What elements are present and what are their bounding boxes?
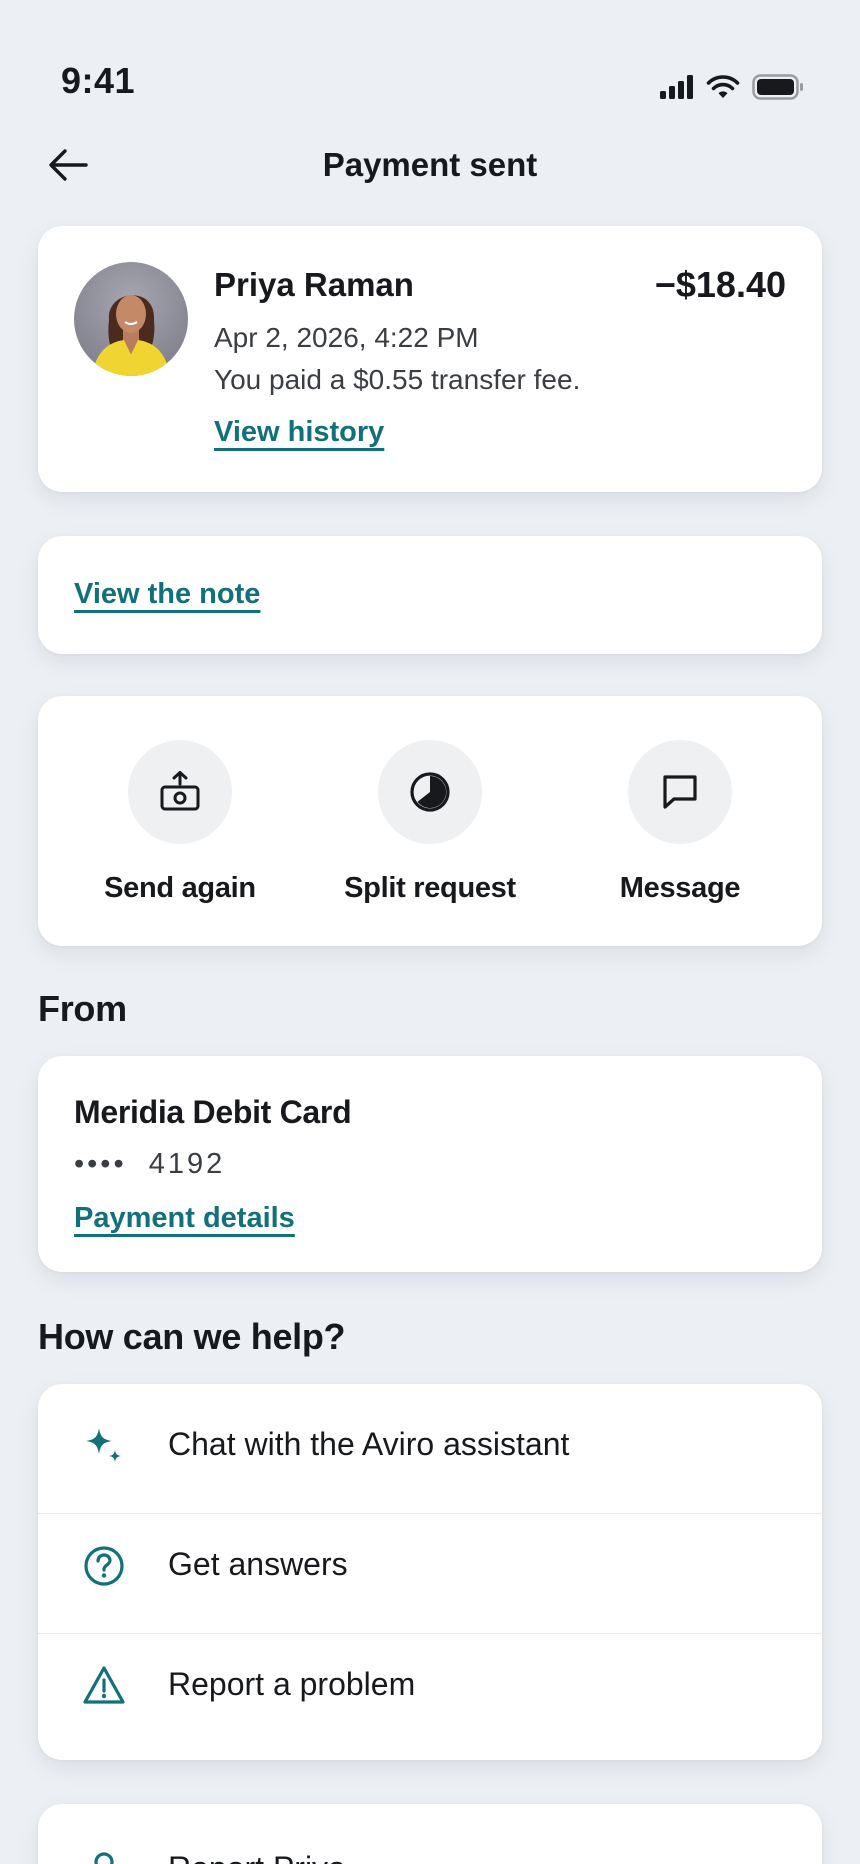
chat-assistant-row[interactable]: Chat with the Aviro assistant <box>38 1384 822 1504</box>
pie-chart-icon <box>410 772 450 812</box>
send-money-icon <box>160 771 200 811</box>
card-number: •••• 4192 <box>74 1148 225 1181</box>
person-icon <box>94 1852 114 1864</box>
header: Payment sent <box>0 130 860 200</box>
split-request-label: Split request <box>344 872 516 904</box>
status-bar: 9:41 <box>0 0 860 120</box>
report-user-row[interactable]: Report Priya <box>38 1804 822 1864</box>
status-time: 9:41 <box>61 60 136 101</box>
view-history-link[interactable]: View history <box>214 416 384 449</box>
quick-actions-card: Send again Split request Message <box>38 696 822 946</box>
report-problem-row[interactable]: Report a problem <box>38 1624 822 1744</box>
split-request-icon-circle <box>378 740 482 844</box>
chat-assistant-label: Chat with the Aviro assistant <box>168 1426 570 1462</box>
get-answers-label: Get answers <box>168 1546 348 1582</box>
view-note-link[interactable]: View the note <box>74 578 260 611</box>
funding-source-card: Meridia Debit Card •••• 4192 Payment det… <box>38 1056 822 1272</box>
chat-bubble-icon <box>663 775 697 809</box>
payment-date: Apr 2, 2026, 4:22 PM <box>214 322 479 353</box>
card-name: Meridia Debit Card <box>74 1094 352 1130</box>
message-label: Message <box>619 872 741 904</box>
cellular-signal-icon <box>660 75 693 99</box>
note-card: View the note <box>38 536 822 654</box>
send-again-icon-circle <box>128 740 232 844</box>
report-problem-label: Report a problem <box>168 1666 416 1702</box>
page-title: Payment sent <box>322 146 538 183</box>
wifi-icon <box>706 75 740 98</box>
payee-name: Priya Raman <box>214 266 414 303</box>
message-button[interactable]: Message <box>560 740 800 905</box>
question-circle-icon <box>84 1546 124 1586</box>
report-user-card: Report Priya <box>38 1804 822 1864</box>
status-icons <box>660 74 804 100</box>
report-user-label: Report Priya <box>168 1850 346 1864</box>
card-mask-dots: •••• <box>74 1148 127 1180</box>
payment-amount: −$18.40 <box>654 264 786 305</box>
battery-icon <box>752 74 803 100</box>
send-again-label: Send again <box>104 872 256 904</box>
send-again-button[interactable]: Send again <box>60 740 300 905</box>
help-section-title: How can we help? <box>38 1316 346 1357</box>
sparkle-icon <box>86 1428 121 1462</box>
avatar[interactable] <box>74 262 188 376</box>
split-request-button[interactable]: Split request <box>310 740 550 905</box>
get-answers-row[interactable]: Get answers <box>38 1504 822 1624</box>
payment-summary-card: Priya Raman −$18.40 Apr 2, 2026, 4:22 PM… <box>38 226 822 492</box>
from-section-title: From <box>38 988 127 1029</box>
warning-triangle-icon <box>83 1666 125 1704</box>
help-card: Chat with the Aviro assistant Get answer… <box>38 1384 822 1760</box>
payment-details-link[interactable]: Payment details <box>74 1202 295 1235</box>
card-last4: 4192 <box>148 1148 226 1180</box>
transfer-fee-text: You paid a $0.55 transfer fee. <box>214 364 581 395</box>
message-icon-circle <box>628 740 732 844</box>
